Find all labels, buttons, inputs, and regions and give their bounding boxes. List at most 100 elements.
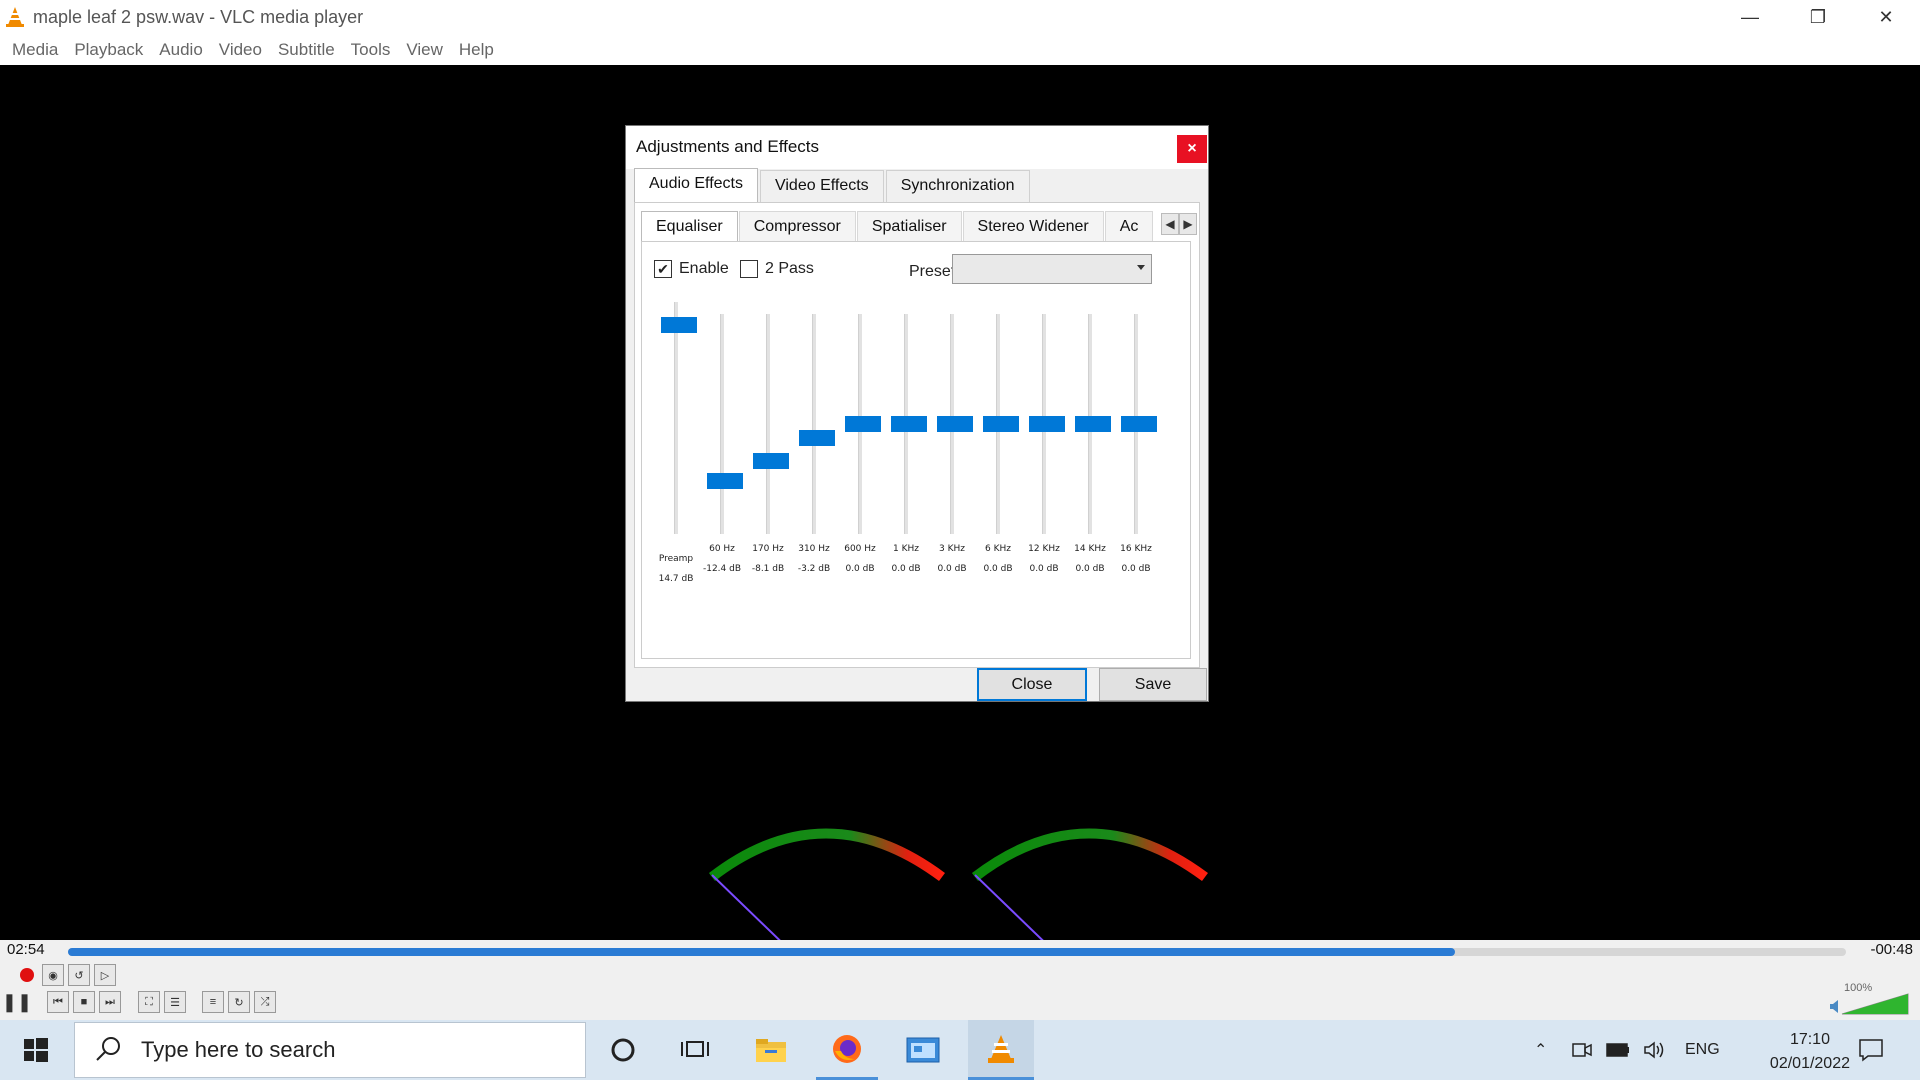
subtab-stereo-widener[interactable]: Stereo Widener — [962, 211, 1104, 241]
audio-subtabs: Equaliser Compressor Spatialiser Stereo … — [641, 211, 1154, 241]
eq-band-0-track[interactable] — [720, 314, 724, 534]
elapsed-time: 02:54 — [7, 941, 45, 958]
taskbar: Type here to search ⌃ ENG 17:10 02/01/20… — [0, 1020, 1920, 1080]
snapshot-button[interactable]: ◉ — [42, 964, 64, 986]
minimize-button[interactable]: — — [1716, 0, 1784, 34]
menu-help[interactable]: Help — [451, 40, 502, 60]
menu-audio[interactable]: Audio — [151, 40, 210, 60]
subtab-compressor[interactable]: Compressor — [738, 211, 856, 241]
fullscreen-button[interactable]: ⛶ — [138, 991, 160, 1013]
pause-button[interactable]: ❚❚ — [2, 991, 32, 1013]
scroll-left-icon[interactable]: ◀ — [1161, 213, 1179, 235]
eq-band-2[interactable]: 310 Hz -3.2 dB — [794, 314, 835, 604]
shuffle-button[interactable]: ⤮ — [254, 991, 276, 1013]
eq-band-5[interactable]: 3 KHz 0.0 dB — [932, 314, 973, 604]
menu-view[interactable]: View — [398, 40, 451, 60]
firefox-button[interactable] — [816, 1020, 878, 1080]
stop-button[interactable]: ■ — [73, 991, 95, 1013]
tab-video-effects[interactable]: Video Effects — [759, 170, 884, 202]
close-button[interactable]: Close — [977, 668, 1087, 701]
seek-bar[interactable] — [68, 948, 1846, 956]
control-panel-button[interactable] — [892, 1020, 954, 1080]
preamp-slider-handle[interactable] — [661, 317, 697, 334]
menu-video[interactable]: Video — [211, 40, 270, 60]
action-center-button[interactable] — [1858, 1020, 1884, 1080]
preset-dropdown[interactable] — [952, 254, 1152, 284]
eq-band-3-handle[interactable] — [845, 416, 881, 432]
volume-control[interactable]: 100% — [1830, 982, 1910, 1016]
eq-band-1[interactable]: 170 Hz -8.1 dB — [748, 314, 789, 604]
twopass-checkbox[interactable] — [740, 260, 758, 278]
twopass-checkbox-row[interactable]: 2 Pass — [740, 260, 814, 278]
menu-playback[interactable]: Playback — [66, 40, 151, 60]
frame-step-button[interactable]: ▷ — [94, 964, 116, 986]
eq-band-9[interactable]: 16 KHz 0.0 dB — [1116, 314, 1157, 604]
subtab-spatialiser[interactable]: Spatialiser — [856, 211, 962, 241]
language-indicator[interactable]: ENG — [1685, 1020, 1720, 1080]
eq-band-9-handle[interactable] — [1121, 416, 1157, 432]
close-window-button[interactable]: ✕ — [1852, 0, 1920, 34]
subtab-advanced[interactable]: Ac — [1104, 211, 1154, 241]
search-icon — [96, 1037, 120, 1061]
eq-band-4[interactable]: 1 KHz 0.0 dB — [886, 314, 927, 604]
menu-tools[interactable]: Tools — [343, 40, 399, 60]
enable-checkbox[interactable]: ✔ — [654, 260, 672, 278]
eq-band-2-handle[interactable] — [799, 430, 835, 447]
eq-band-7[interactable]: 12 KHz 0.0 dB — [1024, 314, 1065, 604]
start-button[interactable] — [0, 1020, 72, 1080]
save-button[interactable]: Save — [1099, 668, 1207, 701]
search-placeholder: Type here to search — [141, 1037, 336, 1062]
playlist-button[interactable]: ≡ — [202, 991, 224, 1013]
subtab-equaliser[interactable]: Equaliser — [641, 211, 738, 241]
eq-band-0[interactable]: 60 Hz -12.4 dB — [702, 314, 743, 604]
battery-button[interactable] — [1606, 1020, 1630, 1080]
show-hidden-icons-button[interactable]: ⌃ — [1534, 1020, 1547, 1080]
eq-band-1-handle[interactable] — [753, 452, 789, 469]
loop-button[interactable]: ↻ — [228, 991, 250, 1013]
meet-now-icon — [1572, 1043, 1592, 1057]
eq-band-5-handle[interactable] — [937, 416, 973, 432]
eq-band-3-label: 600 Hz — [844, 544, 876, 554]
tab-synchronization[interactable]: Synchronization — [885, 170, 1030, 202]
battery-icon — [1606, 1043, 1629, 1057]
loop-ab-button[interactable]: ↺ — [68, 964, 90, 986]
previous-button[interactable]: ⏮ — [47, 991, 69, 1013]
eq-band-2-track[interactable] — [812, 314, 816, 534]
cortana-button[interactable] — [592, 1020, 654, 1080]
eq-band-0-handle[interactable] — [707, 473, 743, 490]
extended-settings-button[interactable]: ☰ — [164, 991, 186, 1013]
previous-icon: ⏮ — [53, 995, 63, 1008]
preamp-slider-value: 14.7 dB — [658, 574, 694, 584]
clock[interactable]: 17:10 02/01/2022 — [1770, 1028, 1850, 1076]
language-label: ENG — [1685, 1041, 1720, 1058]
eq-band-8-handle[interactable] — [1075, 416, 1111, 432]
twopass-label: 2 Pass — [765, 260, 814, 277]
eq-band-1-track[interactable] — [766, 314, 770, 534]
volume-tray-button[interactable] — [1643, 1020, 1667, 1080]
eq-band-3[interactable]: 600 Hz 0.0 dB — [840, 314, 881, 604]
tab-audio-effects[interactable]: Audio Effects — [634, 168, 758, 202]
eq-band-1-label: 170 Hz — [752, 544, 784, 554]
file-explorer-button[interactable] — [740, 1020, 802, 1080]
task-view-button[interactable] — [664, 1020, 726, 1080]
preamp-slider-track[interactable] — [674, 302, 678, 534]
next-button[interactable]: ⏭ — [99, 991, 121, 1013]
eq-band-6-handle[interactable] — [983, 416, 1019, 432]
vlc-taskbar-button[interactable] — [968, 1020, 1034, 1080]
playlist-icon: ≡ — [209, 996, 217, 1008]
scroll-right-icon[interactable]: ▶ — [1179, 213, 1197, 235]
dialog-close-x-button[interactable]: × — [1177, 135, 1207, 163]
preamp-slider[interactable]: Preamp 14.7 dB — [656, 302, 697, 604]
menu-media[interactable]: Media — [4, 40, 66, 60]
restore-button[interactable]: ❐ — [1784, 0, 1852, 34]
enable-checkbox-row[interactable]: ✔ Enable — [654, 260, 729, 278]
meet-now-button[interactable] — [1572, 1020, 1592, 1080]
eq-band-7-handle[interactable] — [1029, 416, 1065, 432]
record-button[interactable] — [16, 964, 38, 986]
taskbar-search[interactable]: Type here to search — [74, 1022, 586, 1078]
eq-band-8[interactable]: 14 KHz 0.0 dB — [1070, 314, 1111, 604]
eq-band-4-handle[interactable] — [891, 416, 927, 432]
eq-band-6[interactable]: 6 KHz 0.0 dB — [978, 314, 1019, 604]
menu-subtitle[interactable]: Subtitle — [270, 40, 343, 60]
remaining-time[interactable]: -00:48 — [1870, 941, 1913, 958]
